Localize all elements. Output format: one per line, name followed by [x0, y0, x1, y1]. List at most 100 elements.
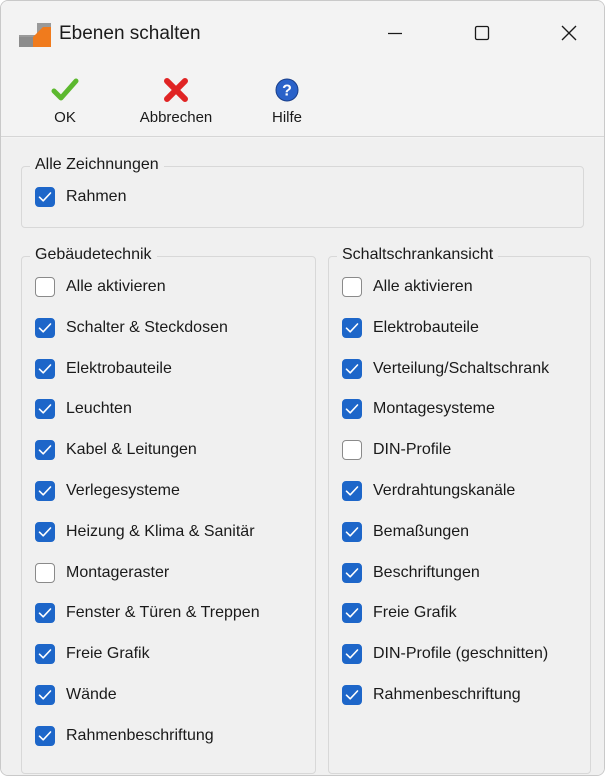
help-question-icon: ?	[257, 77, 317, 103]
checkbox-item[interactable]: Freie Grafik	[35, 643, 150, 665]
maximize-button[interactable]	[456, 15, 508, 55]
checkbox-label: Rahmenbeschriftung	[373, 686, 521, 703]
group-all-drawings: Alle Zeichnungen Rahmen	[21, 156, 584, 228]
checkbox-checked[interactable]	[342, 603, 362, 624]
svg-text:?: ?	[282, 83, 292, 100]
minimize-button[interactable]	[369, 15, 421, 55]
checkbox-checked[interactable]	[342, 481, 362, 501]
dialog-content: Alle Zeichnungen Rahmen Gebäudetechnik A…	[1, 138, 604, 775]
cancel-label: Abbrechen	[139, 109, 213, 126]
minimize-icon	[385, 23, 405, 48]
help-button[interactable]: ? Hilfe	[257, 77, 317, 126]
checkbox-label: Alle aktivieren	[373, 278, 473, 295]
checkbox-item[interactable]: Alle aktivieren	[342, 276, 473, 298]
checkbox-label: Beschriftungen	[373, 563, 480, 581]
checkmark-icon	[345, 526, 359, 537]
checkbox-item[interactable]: Rahmen	[35, 186, 126, 208]
checkbox-label: Verdrahtungskanäle	[373, 482, 516, 499]
checkbox-label: Freie Grafik	[66, 645, 150, 663]
checkbox-item[interactable]: Freie Grafik	[342, 602, 457, 624]
checkbox-unchecked[interactable]	[342, 440, 362, 461]
title-bar: Ebenen schalten	[1, 1, 604, 65]
checkbox-label: Verlegesysteme	[66, 482, 180, 499]
group-legend: Gebäudetechnik	[30, 246, 157, 264]
checkbox-checked[interactable]	[35, 685, 55, 705]
close-button[interactable]	[543, 15, 595, 55]
window-title: Ebenen schalten	[59, 23, 201, 44]
checkbox-item[interactable]: Verteilung/Schaltschrank	[342, 358, 549, 380]
checkbox-checked[interactable]	[342, 399, 362, 420]
checkbox-checked[interactable]	[342, 358, 362, 379]
checkbox-item[interactable]: Rahmenbeschriftung	[342, 684, 521, 706]
checkbox-item[interactable]: Rahmenbeschriftung	[35, 725, 214, 747]
help-label: Hilfe	[271, 109, 302, 126]
group-gebaeudetechnik: Gebäudetechnik Alle aktivieren Schalter &…	[21, 246, 316, 774]
checkmark-icon	[38, 608, 52, 618]
checkmark-icon	[45, 77, 85, 103]
group-legend: Alle Zeichnungen	[30, 156, 164, 174]
checkbox-item[interactable]: Montagesysteme	[342, 398, 495, 420]
checkbox-item[interactable]: Fenster & Türen & Treppen	[35, 602, 260, 624]
checkmark-icon	[38, 690, 52, 700]
app-logo-icon	[19, 23, 51, 47]
checkbox-item[interactable]: Kabel & Leitungen	[35, 439, 197, 461]
checkbox-label: Elektrobauteile	[66, 359, 172, 377]
checkbox-checked[interactable]	[342, 562, 362, 583]
checkbox-label: Verteilung/Schaltschrank	[373, 359, 550, 377]
checkmark-icon	[38, 363, 52, 374]
checkbox-item[interactable]: Elektrobauteile	[35, 358, 172, 380]
checkbox-checked[interactable]	[35, 358, 55, 379]
checkbox-checked[interactable]	[342, 521, 362, 542]
checkbox-label: Freie Grafik	[373, 604, 457, 622]
checkbox-label: Kabel & Leitungen	[66, 441, 197, 459]
checkbox-item[interactable]: Heizung & Klima & Sanitär	[35, 521, 255, 543]
checkbox-checked[interactable]	[35, 481, 55, 501]
checkmark-icon	[345, 322, 359, 333]
checkbox-item[interactable]: Verdrahtungskanäle	[342, 480, 515, 502]
checkbox-checked[interactable]	[35, 603, 55, 624]
checkbox-checked[interactable]	[35, 399, 55, 420]
checkbox-label: Alle aktivieren	[66, 278, 166, 295]
checkbox-item[interactable]: Alle aktivieren	[35, 276, 166, 298]
checkmark-icon	[38, 649, 52, 659]
checkbox-label: DIN-Profile	[373, 441, 452, 459]
checkbox-item[interactable]: Verlegesysteme	[35, 480, 180, 502]
dialog-window: Ebenen schalten OK Abbrechen ? Hilfe All…	[0, 0, 605, 776]
checkbox-label: Schalter & Steckdosen	[66, 318, 228, 336]
checkbox-checked[interactable]	[35, 317, 55, 338]
maximize-icon	[472, 23, 492, 48]
checkmark-icon	[38, 192, 52, 202]
checkbox-checked[interactable]	[35, 644, 55, 665]
checkbox-checked[interactable]	[342, 685, 362, 705]
toolbar: OK Abbrechen ? Hilfe	[1, 65, 604, 137]
red-x-icon	[121, 77, 231, 103]
checkbox-checked[interactable]	[35, 725, 55, 746]
checkbox-checked[interactable]	[35, 521, 55, 542]
checkbox-item[interactable]: Schalter & Steckdosen	[35, 317, 228, 339]
checkmark-icon	[38, 486, 52, 496]
checkbox-item[interactable]: Montageraster	[35, 562, 169, 584]
checkbox-label: Montageraster	[66, 563, 170, 581]
checkbox-checked[interactable]	[35, 440, 55, 461]
checkmark-icon	[38, 322, 52, 333]
checkbox-label: Fenster & Türen & Treppen	[66, 604, 260, 622]
checkmark-icon	[345, 649, 359, 659]
checkbox-item[interactable]: Bemaßungen	[342, 521, 469, 543]
checkbox-checked[interactable]	[342, 644, 362, 665]
ok-button[interactable]: OK	[45, 77, 85, 126]
checkbox-checked[interactable]	[342, 317, 362, 338]
checkbox-item[interactable]: Elektrobauteile	[342, 317, 479, 339]
checkbox-unchecked[interactable]	[35, 277, 55, 297]
checkbox-item[interactable]: DIN-Profile	[342, 439, 451, 461]
checkbox-label: Montagesysteme	[373, 400, 495, 418]
checkbox-item[interactable]: Leuchten	[35, 398, 132, 420]
checkbox-item[interactable]: DIN-Profile (geschnitten)	[342, 643, 548, 665]
checkmark-icon	[38, 526, 52, 537]
checkbox-unchecked[interactable]	[35, 562, 55, 583]
checkbox-checked[interactable]	[35, 187, 55, 207]
checkmark-icon	[345, 690, 359, 700]
checkbox-item[interactable]: Wände	[35, 684, 117, 706]
cancel-button[interactable]: Abbrechen	[121, 77, 231, 126]
checkbox-item[interactable]: Beschriftungen	[342, 562, 480, 584]
checkbox-unchecked[interactable]	[342, 277, 362, 297]
